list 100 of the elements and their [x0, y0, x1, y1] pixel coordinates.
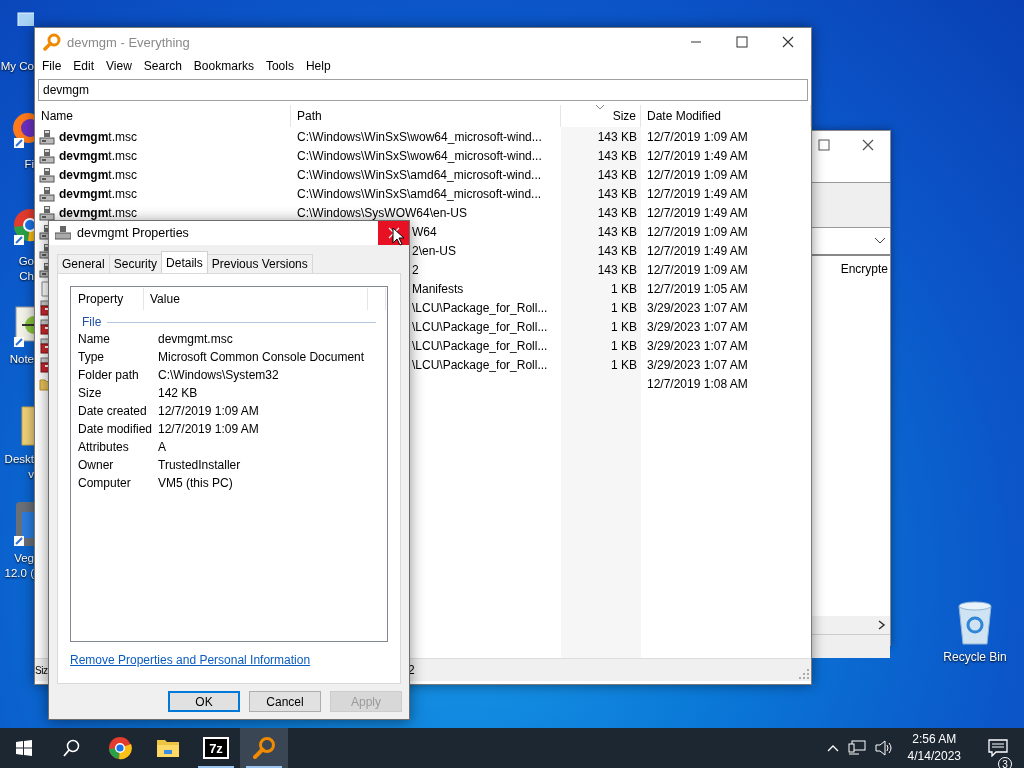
dialog-button: Apply	[330, 691, 402, 712]
dialog-title: devmgmt Properties	[77, 226, 190, 240]
dialog-button[interactable]: OK	[168, 691, 240, 712]
menu-item[interactable]: File	[36, 59, 68, 73]
menu-item[interactable]: Tools	[259, 59, 300, 73]
menu-item[interactable]: Search	[137, 59, 188, 73]
search-field[interactable]: devmgm	[38, 79, 808, 101]
file-size: 143 KB	[597, 243, 637, 258]
volume-icon[interactable]	[874, 740, 893, 756]
property-name: Size	[78, 386, 103, 400]
file-name[interactable]: devmgmt.msc	[59, 129, 138, 144]
console-icon	[39, 185, 55, 202]
property-value: A	[158, 440, 167, 454]
file-size: 143 KB	[597, 167, 637, 182]
network-icon[interactable]	[847, 740, 866, 756]
dialog-button[interactable]: Cancel	[249, 691, 321, 712]
caret-up-icon[interactable]	[826, 744, 839, 752]
property-value: TrustedInstaller	[158, 458, 242, 472]
icon-label: Go	[18, 254, 34, 269]
maximize-icon[interactable]	[818, 139, 830, 151]
file-path: 2\en-US	[412, 243, 457, 258]
console-icon	[39, 166, 55, 183]
icon-label: Deskt	[4, 452, 34, 467]
arrow-right-icon[interactable]	[878, 620, 886, 630]
property-value: devmgmt.msc	[158, 332, 234, 346]
file-size: 1 KB	[611, 338, 637, 353]
file-path: C:\Windows\SysWOW64\en-US	[297, 205, 468, 220]
icon-label: Veg	[14, 551, 34, 566]
tab[interactable]: Security	[108, 254, 163, 273]
tab[interactable]: General	[57, 254, 110, 273]
file-name[interactable]: devmgmt.msc	[59, 205, 138, 220]
file-size: 1 KB	[611, 300, 637, 315]
windows-logo-icon	[16, 740, 32, 756]
icon-label: Ch	[19, 269, 34, 284]
column-header[interactable]: Property	[72, 288, 144, 310]
icon-label: 12.0 (	[4, 566, 34, 581]
link[interactable]: Remove Properties and Personal Information	[70, 653, 311, 667]
file-path: Manifests	[412, 281, 464, 296]
close-icon[interactable]	[862, 139, 874, 151]
tab[interactable]: Previous Versions	[206, 254, 313, 273]
icon-label: v	[28, 467, 34, 482]
file-date: 12/7/2019 1:49 AM	[647, 205, 748, 220]
file-date: 3/29/2023 1:07 AM	[647, 319, 748, 334]
video-app-icon[interactable]	[12, 500, 34, 548]
status-text: Siz	[35, 664, 49, 676]
chevron-icon	[874, 237, 886, 245]
file-path: \LCU\Package_for_Roll...	[412, 319, 548, 334]
menu-item[interactable]: Edit	[67, 59, 101, 73]
icon-label: Fi	[24, 157, 34, 172]
file-date: 3/29/2023 1:07 AM	[647, 338, 748, 353]
column-header[interactable]: Encrypte	[840, 262, 888, 284]
file-size: 1 KB	[611, 319, 637, 334]
property-value: 142 KB	[158, 386, 199, 400]
file-date: 12/7/2019 1:09 AM	[647, 224, 748, 239]
property-value: 12/7/2019 1:09 AM	[158, 404, 260, 418]
close-icon	[387, 227, 400, 239]
file-size: 143 KB	[597, 224, 637, 239]
file-path: C:\Windows\WinSxS\wow64_microsoft-wind...	[297, 148, 542, 163]
icon-label: Recycle Bin	[943, 650, 1007, 664]
maximize-icon[interactable]	[736, 36, 748, 48]
notepad-icon[interactable]	[12, 305, 34, 349]
resize-grip-icon[interactable]	[799, 669, 809, 679]
search-icon	[63, 739, 81, 757]
file-size: 1 KB	[611, 357, 637, 372]
menu-item[interactable]: View	[100, 59, 138, 73]
file-size: 143 KB	[597, 148, 637, 163]
console-icon	[55, 226, 71, 240]
icon-label: Note	[9, 352, 34, 367]
file-date: 12/7/2019 1:09 AM	[647, 167, 748, 182]
file-name[interactable]: devmgmt.msc	[59, 186, 138, 201]
file-path: C:\Windows\WinSxS\amd64_microsoft-wind...	[297, 186, 542, 201]
property-name: Type	[78, 350, 105, 364]
column-header[interactable]: Value	[144, 288, 368, 310]
file-name[interactable]: devmgmt.msc	[59, 148, 138, 163]
property-name: Attributes	[78, 440, 130, 454]
clock-date[interactable]: 4/14/2023	[907, 748, 961, 765]
file-date: 12/7/2019 1:05 AM	[647, 281, 748, 296]
file-date: 12/7/2019 1:09 AM	[647, 129, 748, 144]
property-name: Computer	[78, 476, 132, 490]
file-date: 12/7/2019 1:49 AM	[647, 186, 748, 201]
menu-item[interactable]: Help	[299, 59, 337, 73]
file-name[interactable]: devmgmt.msc	[59, 167, 138, 182]
menu-item[interactable]: Bookmarks	[187, 59, 260, 73]
taskbar-app[interactable]: 7z	[192, 728, 240, 768]
clock-time[interactable]: 2:56 AM	[912, 731, 957, 748]
file-date: 3/29/2023 1:07 AM	[647, 357, 748, 372]
chrome-icon	[108, 736, 132, 760]
tab[interactable]: Details	[161, 251, 208, 273]
file-date: 12/7/2019 1:09 AM	[647, 262, 748, 277]
close-icon[interactable]	[782, 36, 794, 48]
file-path: \LCU\Package_for_Roll...	[412, 338, 548, 353]
notification-icon[interactable]	[988, 739, 1008, 757]
recycle-bin-icon[interactable]	[955, 600, 995, 646]
file-path: C:\Windows\WinSxS\wow64_microsoft-wind...	[297, 129, 542, 144]
scrollbar[interactable]	[812, 616, 890, 634]
file-path: C:\Windows\WinSxS\amd64_microsoft-wind...	[297, 167, 542, 182]
file-size: 1 KB	[611, 281, 637, 296]
console-icon	[39, 147, 55, 164]
file-date: 12/7/2019 1:49 AM	[647, 148, 748, 163]
taskbar-app[interactable]	[240, 728, 288, 768]
